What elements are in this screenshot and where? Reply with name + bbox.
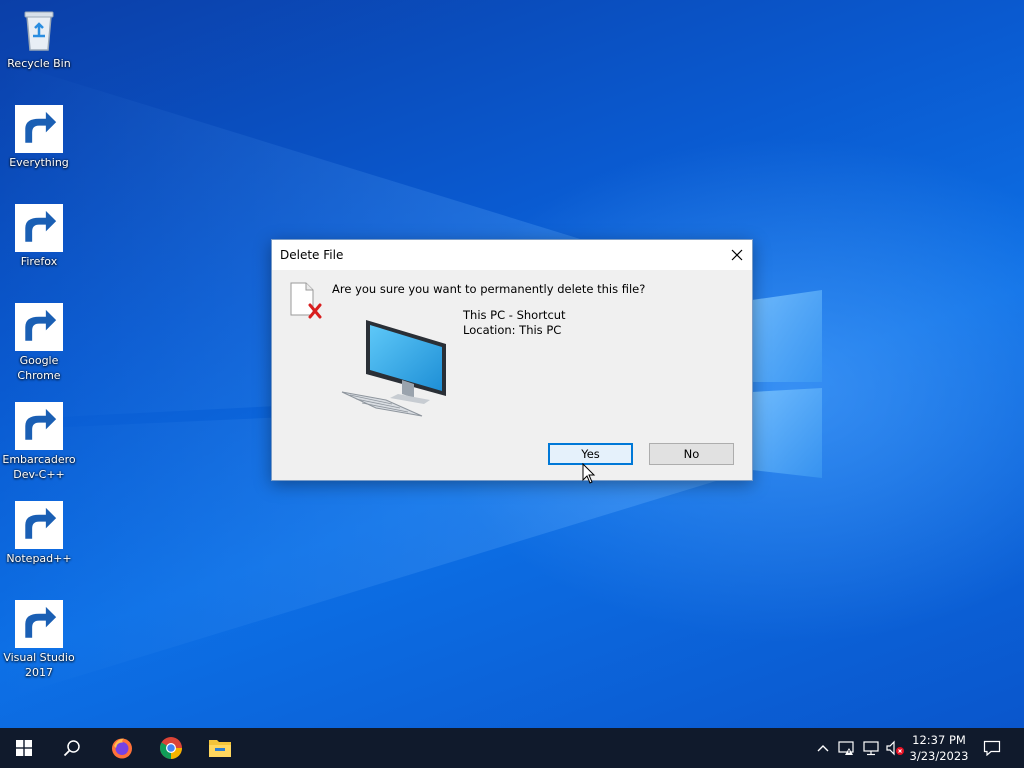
delete-file-icon: [290, 282, 322, 319]
chrome-icon: [160, 737, 182, 759]
file-name: This PC - Shortcut: [463, 308, 566, 322]
desktop-icon-label: Google Chrome: [17, 354, 61, 382]
file-info: This PC - Shortcut Location: This PC: [463, 308, 566, 338]
desktop-icon-visual-studio[interactable]: Visual Studio 2017: [2, 600, 76, 680]
action-center-button[interactable]: [978, 728, 1006, 768]
notepadpp-icon: [15, 501, 63, 549]
taskbar-chrome[interactable]: [147, 728, 195, 768]
volume-muted-icon: [886, 740, 904, 756]
desktop-icon-label: Everything: [9, 156, 69, 169]
visual-studio-icon: [15, 600, 63, 648]
shortcut-arrow-icon: [15, 303, 63, 351]
dialog-title: Delete File: [280, 248, 344, 262]
search-icon: [63, 740, 80, 757]
desktop-icon-label: Visual Studio 2017: [3, 651, 75, 679]
yes-button[interactable]: Yes: [548, 443, 633, 465]
firefox-icon: [15, 204, 63, 252]
devcpp-icon: DEVC++: [15, 402, 63, 450]
tray-network-warning[interactable]: [836, 728, 858, 768]
this-pc-icon: [341, 320, 446, 417]
shortcut-arrow-icon: [15, 204, 63, 252]
shortcut-arrow-icon: [15, 402, 63, 450]
taskbar: 12:37 PM 3/23/2023: [0, 728, 1024, 768]
recycle-bin-icon: [15, 6, 63, 54]
mouse-cursor-icon: [582, 463, 596, 484]
dialog-titlebar[interactable]: Delete File: [272, 240, 752, 270]
desktop-icon-label: Notepad++: [6, 552, 72, 565]
taskbar-firefox[interactable]: [98, 728, 146, 768]
network-warning-icon: [838, 741, 854, 755]
desktop-icon-google-chrome[interactable]: Google Chrome: [2, 303, 76, 383]
start-button[interactable]: [0, 728, 48, 768]
desktop-icon-label: Embarcadero Dev-C++: [2, 453, 76, 481]
chevron-up-icon: [817, 745, 829, 752]
no-button[interactable]: No: [649, 443, 734, 465]
shortcut-arrow-icon: [15, 501, 63, 549]
taskbar-file-explorer[interactable]: [196, 728, 244, 768]
desktop-icon-label: Firefox: [20, 255, 58, 268]
clock-time: 12:37 PM: [912, 733, 966, 747]
tray-volume[interactable]: [884, 728, 906, 768]
close-button[interactable]: [722, 240, 752, 270]
delete-file-dialog: Delete File Are you sure you want to per…: [271, 239, 753, 481]
desktop-icon-firefox[interactable]: Firefox: [2, 204, 76, 269]
clock-date: 3/23/2023: [909, 749, 969, 763]
dialog-question: Are you sure you want to permanently del…: [332, 282, 646, 296]
start-icon: [16, 740, 32, 756]
desktop-icon-recycle-bin[interactable]: Recycle Bin: [2, 6, 76, 71]
desktop-icon-label: Recycle Bin: [7, 57, 71, 70]
show-hidden-icons-button[interactable]: [814, 728, 832, 768]
desktop-icon-notepad-plus-plus[interactable]: Notepad++: [2, 501, 76, 566]
tray-network[interactable]: [860, 728, 882, 768]
desktop-icon-everything[interactable]: Everything: [2, 105, 76, 170]
desktop-icon-dev-cpp[interactable]: DEVC++ Embarcadero Dev-C++: [2, 402, 76, 482]
taskbar-clock[interactable]: 12:37 PM 3/23/2023: [906, 732, 972, 764]
shortcut-arrow-icon: [15, 600, 63, 648]
file-explorer-icon: [209, 740, 231, 757]
search-button[interactable]: [48, 728, 96, 768]
network-icon: [863, 741, 879, 756]
file-location: Location: This PC: [463, 323, 562, 337]
firefox-icon: [112, 738, 132, 759]
chrome-icon: [15, 303, 63, 351]
notification-icon: [983, 740, 1001, 756]
everything-search-icon: [15, 105, 63, 153]
shortcut-arrow-icon: [15, 105, 63, 153]
close-icon: [731, 249, 743, 261]
